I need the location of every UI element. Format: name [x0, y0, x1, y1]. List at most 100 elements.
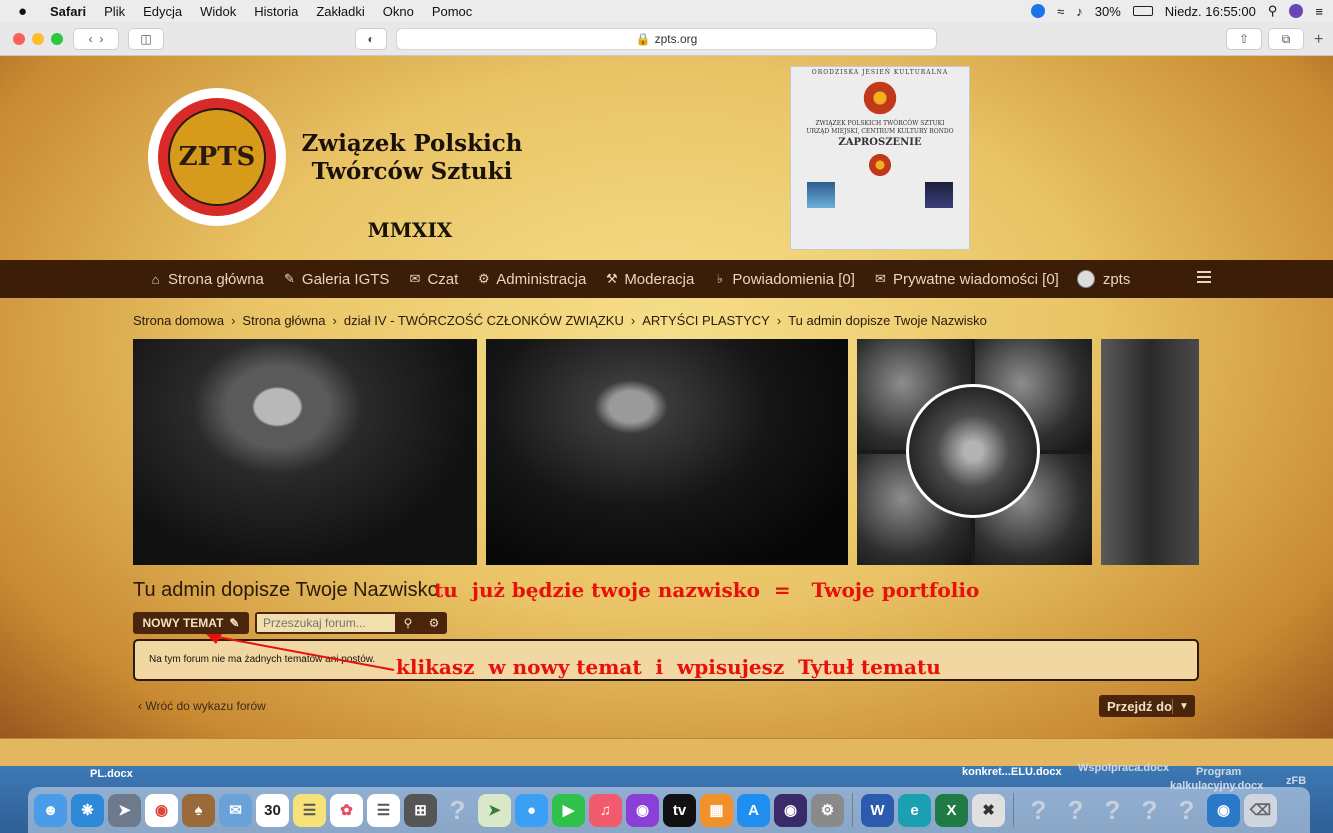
close-window-icon[interactable] [13, 33, 25, 45]
jump-to-button[interactable]: Przejdź do ▼ [1099, 695, 1195, 717]
missing-app-icon[interactable]: ? [1022, 794, 1055, 827]
siri-dock-icon[interactable]: ◉ [774, 793, 807, 827]
nav-gallery[interactable]: ✎ Galeria IGTS [282, 271, 389, 288]
menu-historia[interactable]: Historia [254, 4, 298, 19]
zoom-window-icon[interactable] [51, 33, 63, 45]
nav-private-messages[interactable]: ✉ Prywatne wiadomości [0] [873, 271, 1059, 288]
nav-notifications-label: Powiadomienia [0] [732, 270, 855, 288]
menu-edycja[interactable]: Edycja [143, 4, 182, 19]
wifi-icon[interactable]: ≈ [1057, 4, 1064, 19]
breadcrumb-item[interactable]: Strona domowa [133, 313, 224, 328]
apple-tv-icon[interactable]: tv [663, 793, 696, 827]
desktop-file-label[interactable]: konkret...ELU.docx [962, 766, 1062, 778]
minimize-window-icon[interactable] [32, 33, 44, 45]
messages-icon[interactable]: ● [515, 793, 548, 827]
nav-moderation-label: Moderacja [624, 270, 695, 288]
breadcrumb-item[interactable]: Strona główna [242, 313, 325, 328]
breadcrumb-item[interactable]: dział IV - TWÓRCZOŚĆ CZŁONKÓW ZWIĄZKU [344, 313, 624, 328]
nav-chat[interactable]: ✉ Czat [407, 271, 458, 288]
trash-icon[interactable]: ⌫ [1244, 793, 1277, 827]
finder-icon[interactable]: ☻ [34, 793, 67, 827]
mail-icon[interactable]: ✉ [219, 793, 252, 827]
missing-app-icon[interactable]: ? [1133, 794, 1166, 827]
lock-icon: 🔒 [635, 32, 651, 46]
nav-user[interactable]: zpts [1076, 270, 1131, 288]
photos-icon[interactable]: ✿ [330, 793, 363, 827]
breadcrumb-separator: › [332, 313, 337, 328]
desktop-file-label[interactable]: Wspolpraca.docx [1078, 762, 1169, 774]
nav-moderation[interactable]: ⚒ Moderacja [604, 271, 694, 288]
nav-admin[interactable]: ⚙ Administracja [476, 271, 586, 288]
dock-separator [852, 793, 853, 827]
app-store-icon[interactable]: A [737, 793, 770, 827]
podcasts-icon[interactable]: ◉ [626, 793, 659, 827]
breadcrumb-current[interactable]: Tu admin dopisze Twoje Nazwisko [788, 313, 987, 328]
hamburger-menu-icon[interactable] [1197, 271, 1211, 286]
missing-app-icon[interactable]: ? [441, 794, 474, 827]
jump-to-label: Przejdź do [1099, 698, 1173, 714]
nav-user-label: zpts [1102, 270, 1131, 288]
annotation-portfolio: tu już będzie twoje nazwisko = Twoje por… [434, 578, 980, 602]
volume-icon[interactable]: ♪ [1076, 4, 1083, 19]
safari-icon[interactable]: ❋ [71, 793, 104, 827]
system-preferences-icon[interactable]: ⚙ [811, 793, 844, 827]
menu-pomoc[interactable]: Pomoc [432, 4, 472, 19]
desktop-file-label[interactable]: Program [1196, 766, 1241, 778]
back-to-forums-link[interactable]: ‹ Wróć do wykazu forów [138, 699, 266, 713]
nav-notifications[interactable]: ♭ Powiadomienia [0] [712, 271, 855, 288]
menu-okno[interactable]: Okno [383, 4, 414, 19]
nav-home[interactable]: ⌂ Strona główna [148, 271, 264, 288]
macos-menu-bar: ● Safari Plik Edycja Widok Historia Zakł… [0, 0, 1333, 22]
desktop-file-label[interactable]: PL.docx [90, 768, 133, 780]
breadcrumb-separator: › [231, 313, 236, 328]
clock[interactable]: Niedz. 16:55:00 [1165, 4, 1256, 19]
facetime-icon[interactable]: ▶ [552, 793, 585, 827]
menu-widok[interactable]: Widok [200, 4, 236, 19]
edge-icon[interactable]: e [898, 793, 931, 827]
poster-tiles [791, 182, 969, 208]
control-center-icon[interactable]: ≡ [1315, 4, 1323, 19]
missing-app-icon[interactable]: ? [1170, 794, 1203, 827]
dock: ☻ ❋ ➤ ◉ ♠ ✉ 30 ☰ ✿ ☰ ⊞ ? ➤ ● ▶ ♫ ◉ tv ▦ … [28, 787, 1310, 833]
site-logo[interactable]: ZPTS [148, 88, 286, 226]
missing-app-icon[interactable]: ? [1096, 794, 1129, 827]
contacts-icon[interactable]: ♠ [182, 793, 215, 827]
menu-safari[interactable]: Safari [50, 4, 86, 19]
annotation-arrow-icon [206, 634, 395, 671]
menu-plik[interactable]: Plik [104, 4, 125, 19]
privacy-shield-icon[interactable]: ◐ [355, 28, 387, 50]
apple-menu-icon[interactable]: ● [18, 3, 34, 20]
gear-icon[interactable]: ⚙ [421, 616, 447, 630]
excel-icon[interactable]: X [935, 793, 968, 827]
word-icon[interactable]: W [861, 793, 894, 827]
books-icon[interactable]: ▦ [700, 793, 733, 827]
browser-toolbar: ‹ › ◫ ◐ 🔒 zpts.org ⇧ ⧉ + [0, 22, 1333, 56]
chrome-icon[interactable]: ◉ [145, 793, 178, 827]
sidebar-toggle-icon[interactable]: ◫ [128, 28, 164, 50]
tabs-overview-icon[interactable]: ⧉ [1268, 28, 1304, 50]
poster-tile [925, 182, 954, 208]
breadcrumb-item[interactable]: ARTYŚCI PLASTYCY [642, 313, 770, 328]
desktop-file-label[interactable]: zFB [1286, 775, 1306, 787]
reminders-icon[interactable]: ☰ [367, 793, 400, 827]
launchpad-icon[interactable]: ➤ [108, 793, 141, 827]
music-icon[interactable]: ♫ [589, 793, 622, 827]
info-icon[interactable] [1031, 4, 1046, 18]
missing-app-icon[interactable]: ? [1059, 794, 1092, 827]
siri-icon[interactable] [1289, 4, 1304, 18]
breadcrumb: Strona domowa › Strona główna › dział IV… [133, 313, 987, 328]
event-poster[interactable]: ORODZISKA JESIEŃ KULTURALNA ZWIĄZEK POLS… [790, 66, 970, 250]
calendar-icon[interactable]: 30 [256, 793, 289, 827]
maps-icon[interactable]: ➤ [478, 793, 511, 827]
calculator-icon[interactable]: ⊞ [404, 793, 437, 827]
battery-icon[interactable] [1132, 6, 1153, 16]
notes-icon[interactable]: ☰ [293, 793, 326, 827]
utilities-icon[interactable]: ✖ [972, 793, 1005, 827]
back-forward-buttons[interactable]: ‹ › [73, 28, 119, 50]
address-bar[interactable]: 🔒 zpts.org [396, 28, 937, 50]
menu-zakladki[interactable]: Zakładki [316, 4, 364, 19]
new-tab-icon[interactable]: + [1314, 31, 1323, 49]
globe-icon[interactable]: ◉ [1207, 793, 1240, 827]
spotlight-icon[interactable]: ⚲ [1268, 3, 1278, 19]
share-icon[interactable]: ⇧ [1226, 28, 1262, 50]
